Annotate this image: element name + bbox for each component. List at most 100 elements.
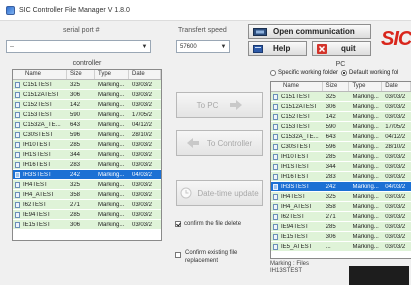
file-row[interactable]: C153TEST 590 Marking... 17/05/2 (13, 110, 161, 120)
file-row[interactable]: IH16TEST 283 Marking... 03/03/2 (13, 160, 161, 170)
file-name: IH3STEST (281, 183, 310, 190)
file-row[interactable]: IH10TEST 285 Marking... 03/03/2 (271, 152, 411, 162)
column-header-date[interactable]: Date (382, 82, 411, 91)
speed-label: Transfert speed (178, 27, 227, 34)
speed-value: 57600 (180, 43, 197, 50)
file-name: C1512ATEST (23, 91, 60, 98)
chevron-down-icon: ▼ (220, 43, 227, 50)
file-row[interactable]: IE15TEST 306 Marking... 03/03/2 (271, 232, 411, 242)
file-row[interactable]: IE94TEST 285 Marking... 03/03/2 (13, 210, 161, 220)
file-name: I62TEST (281, 213, 305, 220)
file-row[interactable]: IH1STEST 344 Marking... 03/03/2 (271, 162, 411, 172)
file-size: 590 (325, 123, 336, 130)
file-date: 03/03/2 (385, 213, 406, 220)
file-name: C153TEST (23, 111, 53, 118)
file-date: 17/05/2 (132, 111, 153, 118)
file-date: 03/03/2 (385, 243, 406, 250)
file-size: 306 (70, 91, 81, 98)
help-label: Help (273, 44, 291, 53)
file-name: C30STEST (281, 143, 312, 150)
file-row[interactable]: IH4_ATEST 358 Marking... 03/03/2 (271, 202, 411, 212)
quit-button[interactable]: quit (312, 41, 371, 56)
default-folder-label: Default working fol (349, 70, 399, 76)
file-row[interactable]: C152TEST 142 Marking... 03/03/2 (13, 100, 161, 110)
controller-title: controller (72, 60, 102, 67)
file-size: 306 (70, 221, 81, 228)
file-size: 643 (70, 121, 81, 128)
open-communication-button[interactable]: Open communication (248, 24, 371, 39)
file-row[interactable]: C1512ATEST 306 Marking... 03/03/2 (271, 102, 411, 112)
file-date: 03/03/2 (132, 141, 153, 148)
confirm-replace-checkbox[interactable] (175, 252, 181, 258)
file-row[interactable]: C30STEST 596 Marking... 28/10/2 (13, 130, 161, 140)
pc-title: PC (335, 61, 346, 68)
file-type: Marking... (98, 141, 125, 148)
file-date: 03/03/2 (385, 153, 406, 160)
file-row[interactable]: IH4TEST 325 Marking... 03/03/2 (13, 180, 161, 190)
file-row[interactable]: C30STEST 596 Marking... 28/10/2 (271, 142, 411, 152)
specific-folder-radio[interactable] (270, 70, 276, 76)
file-row[interactable]: IH3STEST 242 Marking... 04/03/2 (13, 170, 161, 180)
to-pc-button[interactable]: To PC (176, 92, 263, 118)
file-name: C30STEST (23, 131, 54, 138)
file-date: 03/03/2 (385, 223, 406, 230)
file-date: 28/10/2 (385, 143, 406, 150)
brand-logo: SIC (381, 24, 411, 56)
column-header-name[interactable]: Name (13, 70, 67, 79)
file-row[interactable]: C1532A_TE... 643 Marking... 04/12/2 (13, 120, 161, 130)
help-button[interactable]: Help (248, 41, 307, 56)
column-header-size[interactable]: Size (67, 70, 95, 79)
serial-port-select[interactable]: -- ▼ (6, 40, 151, 53)
open-communication-label: Open communication (273, 27, 355, 36)
date-time-update-label: Date-time update (197, 188, 259, 198)
file-type: Marking... (352, 103, 379, 110)
file-date: 03/03/2 (132, 91, 153, 98)
file-row[interactable]: IH4_ATEST 358 Marking... 03/03/2 (13, 190, 161, 200)
file-row[interactable]: I62TEST 271 Marking... 03/03/2 (271, 212, 411, 222)
file-row[interactable]: C1532A_TE... 643 Marking... 04/12/2 (271, 132, 411, 142)
file-row[interactable]: C151TEST 325 Marking... 03/03/2 (13, 80, 161, 90)
confirm-delete-label: confirm the file delete (184, 221, 242, 227)
file-row[interactable]: C151TEST 325 Marking... 03/03/2 (271, 92, 411, 102)
file-row[interactable]: C152TEST 142 Marking... 03/03/2 (271, 112, 411, 122)
file-name: C1532A_TE... (281, 133, 319, 140)
file-date: 03/03/2 (385, 203, 406, 210)
column-header-size[interactable]: Size (323, 82, 350, 91)
default-folder-radio[interactable] (341, 70, 348, 76)
file-row[interactable]: IH16TEST 283 Marking... 03/03/2 (271, 172, 411, 182)
column-header-date[interactable]: Date (129, 70, 161, 79)
file-row[interactable]: C153TEST 590 Marking... 17/05/2 (271, 122, 411, 132)
file-row[interactable]: I62TEST 271 Marking... 03/03/2 (13, 200, 161, 210)
to-pc-label: To PC (196, 100, 219, 110)
file-size: 285 (325, 223, 336, 230)
file-row[interactable]: IH3STEST 242 Marking... 04/03/2 (271, 182, 411, 192)
speed-select[interactable]: 57600 ▼ (176, 40, 230, 53)
column-header-name[interactable]: Name (271, 82, 323, 91)
column-header-type[interactable]: Type (95, 70, 129, 79)
file-row[interactable]: IE15TEST 306 Marking... 03/03/2 (13, 220, 161, 230)
file-type: Marking... (98, 201, 125, 208)
confirm-delete-checkbox[interactable] (175, 221, 181, 227)
file-type: Marking... (98, 101, 125, 108)
pc-folder-options: Specific working folder Default working … (270, 70, 411, 76)
file-row[interactable]: IH10TEST 285 Marking... 03/03/2 (13, 140, 161, 150)
column-header-type[interactable]: Type (349, 82, 383, 91)
file-name: C151TEST (23, 81, 53, 88)
port-icon (253, 27, 267, 36)
file-row[interactable]: IE94TEST 285 Marking... 03/03/2 (271, 222, 411, 232)
controller-file-list[interactable]: Name Size Type Date C151TEST 325 Marking..… (12, 69, 162, 241)
file-date: 28/10/2 (132, 131, 153, 138)
file-size: 283 (325, 173, 336, 180)
file-size: 358 (70, 191, 81, 198)
file-date: 03/03/2 (132, 211, 153, 218)
date-time-update-button[interactable]: Date-time update (176, 180, 263, 206)
file-row[interactable]: C1512ATEST 306 Marking... 03/03/2 (13, 90, 161, 100)
confirm-delete-row: confirm the file delete (175, 221, 267, 227)
pc-file-list[interactable]: Name Size Type Date C151TEST 325 Marking..… (270, 81, 411, 259)
file-row[interactable]: IH4TEST 325 Marking... 03/03/2 (271, 192, 411, 202)
arrow-left-icon (186, 138, 199, 148)
to-controller-button[interactable]: To Controller (176, 130, 263, 156)
file-row[interactable]: IH1STEST 344 Marking... 03/03/2 (13, 150, 161, 160)
file-row[interactable]: IE5_ATEST... Marking... 03/03/2 (271, 242, 411, 252)
serial-port-value: -- (10, 43, 14, 50)
